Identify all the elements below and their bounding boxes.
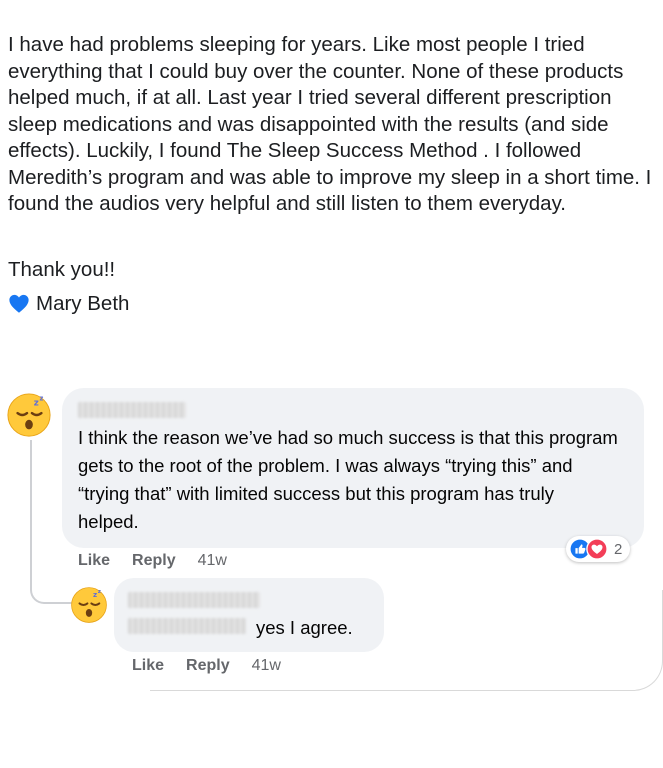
love-icon bbox=[586, 538, 608, 560]
post-text: I have had problems sleeping for years. … bbox=[8, 33, 652, 215]
blue-heart-icon bbox=[8, 293, 30, 315]
svg-text:z: z bbox=[98, 589, 101, 595]
comment-actions: Like Reply 41w bbox=[78, 552, 227, 570]
reaction-count: 2 bbox=[614, 540, 623, 558]
commenter-avatar[interactable]: z z bbox=[6, 392, 52, 438]
signature-name: Mary Beth bbox=[36, 292, 130, 315]
svg-text:z: z bbox=[93, 590, 97, 599]
sleeping-face-emoji-icon: z z bbox=[7, 393, 51, 437]
redacted-commenter-name bbox=[78, 402, 186, 418]
card-border-edge bbox=[150, 590, 663, 691]
sleeping-face-emoji-icon: z z bbox=[71, 587, 107, 623]
comment-text: I think the reason we’ve had so much suc… bbox=[78, 427, 618, 532]
like-link[interactable]: Like bbox=[78, 552, 110, 570]
svg-text:z: z bbox=[34, 398, 39, 408]
svg-text:z: z bbox=[40, 395, 44, 403]
reply-link[interactable]: Reply bbox=[132, 552, 176, 570]
reaction-summary[interactable]: 2 bbox=[566, 536, 631, 562]
comment-bubble: I think the reason we’ve had so much suc… bbox=[62, 388, 644, 548]
reply-commenter-avatar[interactable]: z z bbox=[70, 586, 108, 624]
post-thanks: Thank you!! bbox=[8, 258, 116, 281]
post-signature: Mary Beth bbox=[8, 292, 129, 316]
comment-timestamp[interactable]: 41w bbox=[198, 552, 227, 570]
